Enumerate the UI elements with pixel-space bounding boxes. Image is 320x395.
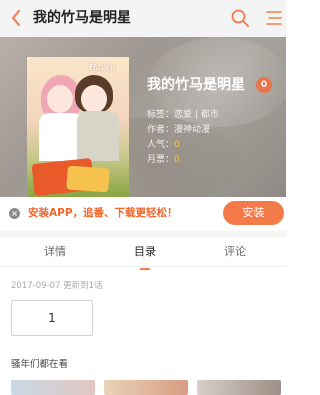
author-row: 作者：漫神动漫 bbox=[147, 124, 210, 136]
back-chevron-icon bbox=[12, 10, 20, 26]
top-bar: 我的竹马是明星 bbox=[0, 0, 286, 37]
back-button[interactable] bbox=[6, 8, 26, 28]
tab-catalog[interactable]: 目录 bbox=[134, 244, 156, 260]
install-button[interactable]: 安装 bbox=[223, 201, 284, 225]
popularity-label: 人气： bbox=[147, 140, 175, 150]
update-info: 2017-09-07 更新到1话 bbox=[11, 281, 103, 291]
popularity-value: 0 bbox=[174, 140, 180, 150]
monthly-votes-label: 月票： bbox=[147, 155, 175, 165]
monthly-votes-value: 0 bbox=[174, 155, 180, 165]
app-install-banner: × 安装APP，追番、下载更轻松！ 安装 bbox=[0, 197, 286, 230]
tags-label: 标签： bbox=[147, 110, 175, 120]
search-icon bbox=[231, 9, 249, 27]
author-label: 作者： bbox=[147, 125, 175, 135]
page-title: 我的竹马是明星 bbox=[33, 10, 131, 26]
tab-comments[interactable]: 评论 bbox=[224, 244, 246, 260]
menu-button[interactable] bbox=[263, 8, 283, 28]
tab-bar: 详情 目录 评论 bbox=[0, 231, 286, 270]
recommend-title: 骚年们都在看 bbox=[11, 359, 69, 370]
monthly-votes-row: 月票：0 bbox=[147, 154, 180, 166]
tags-value[interactable]: 恋爱 | 都市 bbox=[174, 110, 219, 120]
chapter-button[interactable]: 1 bbox=[11, 300, 93, 336]
menu-icon bbox=[266, 11, 282, 25]
cover-boy-face bbox=[81, 85, 107, 113]
close-icon[interactable]: × bbox=[9, 208, 20, 219]
cover-boy-body bbox=[77, 111, 119, 161]
recommend-thumb[interactable] bbox=[104, 380, 188, 395]
book-cover[interactable]: Haven bbox=[27, 57, 129, 197]
cover-signature: Haven bbox=[89, 63, 116, 72]
app-banner-text: 安装APP，追番、下载更轻松！ bbox=[28, 207, 178, 219]
cover-title-logo-accent bbox=[66, 165, 110, 193]
score-badge: 0 bbox=[256, 77, 272, 93]
tab-active-indicator bbox=[140, 268, 150, 270]
cover-girl-face bbox=[47, 85, 73, 113]
tags-row: 标签：恋爱 | 都市 bbox=[147, 109, 219, 121]
recommend-thumb[interactable] bbox=[197, 380, 281, 395]
popularity-row: 人气：0 bbox=[147, 139, 180, 151]
author-value[interactable]: 漫神动漫 bbox=[174, 125, 210, 135]
recommend-thumb[interactable] bbox=[11, 380, 95, 395]
book-hero: Haven 我的竹马是明星 0 标签：恋爱 | 都市 作者：漫神动漫 人气：0 … bbox=[0, 37, 286, 197]
search-button[interactable] bbox=[230, 8, 250, 28]
tab-details[interactable]: 详情 bbox=[44, 244, 66, 260]
book-title: 我的竹马是明星 bbox=[147, 77, 245, 93]
